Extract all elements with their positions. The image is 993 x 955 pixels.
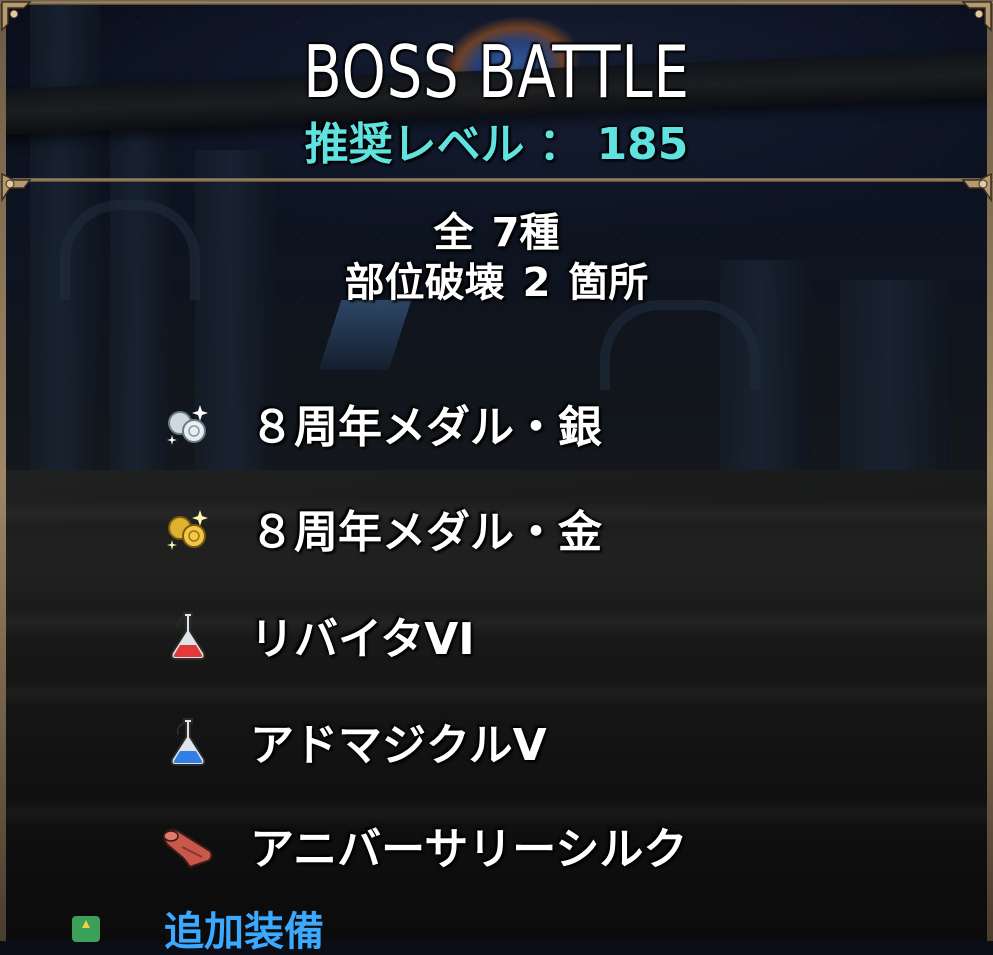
reward-label: ８周年メダル・銀 bbox=[250, 402, 602, 453]
reward-label: アニバーサリーシルク bbox=[250, 824, 688, 875]
gold-medal-icon bbox=[167, 510, 208, 550]
silk-cloth-icon bbox=[162, 828, 213, 869]
corner-ornament-icon bbox=[961, 172, 992, 203]
corner-ornament-icon bbox=[1, 172, 32, 203]
break-count: 2 bbox=[522, 260, 551, 306]
extra-equipment-label: 追加装備 bbox=[164, 909, 324, 955]
reward-item[interactable]: ８周年メダル・金 bbox=[160, 498, 602, 558]
part-break-info: 部位破壊 2 箇所 bbox=[0, 250, 993, 308]
blue-potion-icon bbox=[170, 718, 206, 766]
reward-item[interactable]: アニバーサリーシルク bbox=[160, 815, 687, 875]
corner-ornament-icon bbox=[961, 1, 992, 32]
corner-ornament-icon bbox=[1, 1, 32, 32]
reward-label: ８周年メダル・金 bbox=[250, 507, 602, 558]
extra-equipment-row[interactable]: 追加装備 bbox=[70, 912, 324, 952]
reward-label: リバイタVI bbox=[250, 614, 475, 665]
level-separator: ： bbox=[538, 119, 583, 170]
equipment-icon bbox=[72, 916, 100, 942]
reward-label: アドマジクルV bbox=[250, 720, 547, 771]
reward-item[interactable]: リバイタVI bbox=[160, 605, 475, 665]
red-potion-icon bbox=[170, 612, 206, 660]
break-label: 部位破壊 bbox=[344, 260, 505, 306]
break-suffix: 箇所 bbox=[568, 260, 649, 306]
battle-title: BOSS BATTLE bbox=[303, 30, 690, 114]
reward-item[interactable]: ８周年メダル・銀 bbox=[160, 393, 602, 453]
reward-item[interactable]: アドマジクルV bbox=[160, 711, 547, 771]
frame-top bbox=[0, 0, 993, 5]
level-value: 185 bbox=[596, 119, 689, 170]
recommended-level: 推奨レベル ： 185 bbox=[0, 108, 993, 172]
silver-medal-icon bbox=[167, 405, 208, 445]
frame-divider bbox=[0, 178, 993, 182]
level-label: 推奨レベル bbox=[304, 119, 525, 170]
